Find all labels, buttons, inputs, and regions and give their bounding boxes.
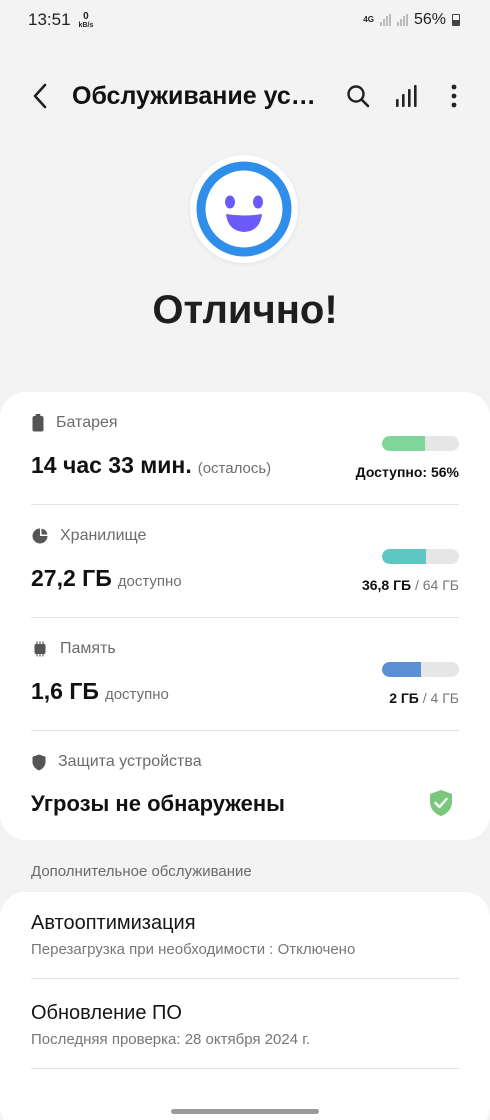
shield-icon — [32, 754, 46, 770]
memory-value-suffix: доступно — [104, 686, 169, 703]
pie-chart-icon — [32, 528, 48, 544]
memory-used: 2 ГБ — [389, 690, 419, 706]
search-button[interactable] — [344, 76, 372, 116]
page-title: Обслуживание устройства — [72, 81, 324, 110]
memory-progress-bar — [382, 662, 459, 677]
storage-caption: 36,8 ГБ / 64 ГБ — [362, 577, 459, 593]
software-update-subtitle: Последняя проверка: 28 октября 2024 г. — [31, 1031, 311, 1048]
battery-value-suffix: (осталось) — [197, 460, 272, 477]
protection-label: Защита устройства — [32, 753, 202, 771]
battery-time-remaining: 14 час 33 мин. — [31, 452, 192, 478]
more-vertical-icon — [451, 84, 457, 108]
back-arrow-icon — [33, 83, 47, 109]
bar-chart-icon — [396, 85, 417, 107]
signal-icon — [379, 14, 391, 26]
memory-label: Память — [32, 640, 116, 658]
net-speed-unit: kB/s — [78, 21, 94, 29]
battery-progress-bar — [382, 436, 459, 451]
net-speed-value: 0 — [83, 10, 89, 22]
device-status-text: Отлично! — [152, 288, 338, 332]
divider — [31, 1068, 459, 1069]
auto-optimization-subtitle: Перезагрузка при необходимости : Отключе… — [31, 941, 356, 958]
protection-value: Угрозы не обнаружены — [31, 791, 285, 817]
memory-label-text: Память — [60, 640, 116, 657]
battery-icon — [32, 414, 44, 432]
memory-row[interactable]: Память 1,6 ГБ доступно 2 ГБ / 4 ГБ — [0, 618, 490, 731]
network-type-label: 4G — [363, 15, 374, 24]
memory-total: / 4 ГБ — [418, 690, 459, 706]
more-options-button[interactable] — [440, 76, 468, 116]
storage-used: 36,8 ГБ — [361, 577, 412, 593]
status-bar: 13:51 0 kB/s 4G 56% — [0, 0, 490, 40]
storage-progress-fill — [382, 549, 427, 564]
storage-label: Хранилище — [32, 527, 146, 545]
smiling-face-icon — [196, 161, 292, 257]
memory-progress-fill — [382, 662, 421, 677]
battery-progress-fill — [382, 436, 426, 451]
storage-total: / 64 ГБ — [411, 577, 459, 593]
home-indicator[interactable] — [171, 1109, 319, 1114]
status-face — [190, 155, 298, 263]
storage-available-value: 27,2 ГБ — [31, 565, 112, 591]
storage-value: 27,2 ГБ доступно — [31, 565, 182, 592]
signal-icon-2 — [396, 14, 408, 26]
auto-optimization-item[interactable]: Автооптимизация Перезагрузка при необход… — [31, 912, 355, 958]
protection-status: Угрозы не обнаружены — [31, 791, 285, 816]
protection-label-text: Защита устройства — [58, 753, 202, 770]
search-icon — [347, 85, 370, 108]
battery-percent: 56% — [413, 11, 446, 28]
storage-row[interactable]: Хранилище 27,2 ГБ доступно 36,8 ГБ / 64 … — [0, 505, 490, 618]
status-time: 13:51 — [28, 10, 71, 29]
memory-caption: 2 ГБ / 4 ГБ — [389, 690, 459, 706]
storage-progress-bar — [382, 549, 459, 564]
battery-caption: Доступно: 56% — [356, 464, 459, 480]
memory-available-value: 1,6 ГБ — [31, 678, 99, 704]
shield-check-icon — [430, 790, 452, 816]
storage-label-text: Хранилище — [60, 527, 147, 544]
battery-label: Батарея — [32, 414, 118, 432]
battery-available: Доступно: 56% — [355, 464, 459, 480]
software-update-item[interactable]: Обновление ПО Последняя проверка: 28 окт… — [31, 1002, 310, 1048]
statistics-button[interactable] — [392, 76, 420, 116]
memory-value: 1,6 ГБ доступно — [31, 678, 169, 705]
battery-label-text: Батарея — [56, 414, 118, 431]
protection-row[interactable]: Защита устройства Угрозы не обнаружены — [0, 731, 490, 840]
app-bar: Обслуживание устройства — [0, 70, 490, 122]
software-update-title: Обновление ПО — [31, 1002, 182, 1024]
auto-optimization-title: Автооптимизация — [31, 912, 196, 934]
battery-row[interactable]: Батарея 14 час 33 мин. (осталось) Доступ… — [0, 392, 490, 505]
net-speed-indicator: 0 kB/s — [78, 10, 94, 29]
status-icons: 4G 56% — [363, 11, 460, 29]
additional-card: Автооптимизация Перезагрузка при необход… — [0, 892, 490, 1120]
divider — [31, 978, 459, 979]
memory-chip-icon — [34, 641, 46, 657]
battery-value: 14 час 33 мин. (осталось) — [31, 452, 271, 479]
back-button[interactable] — [26, 76, 54, 116]
additional-section-header: Дополнительное обслуживание — [31, 863, 252, 880]
maintenance-card: Батарея 14 час 33 мин. (осталось) Доступ… — [0, 392, 490, 840]
storage-value-suffix: доступно — [117, 573, 182, 590]
app-bar-actions — [344, 76, 468, 116]
battery-icon — [452, 14, 460, 26]
